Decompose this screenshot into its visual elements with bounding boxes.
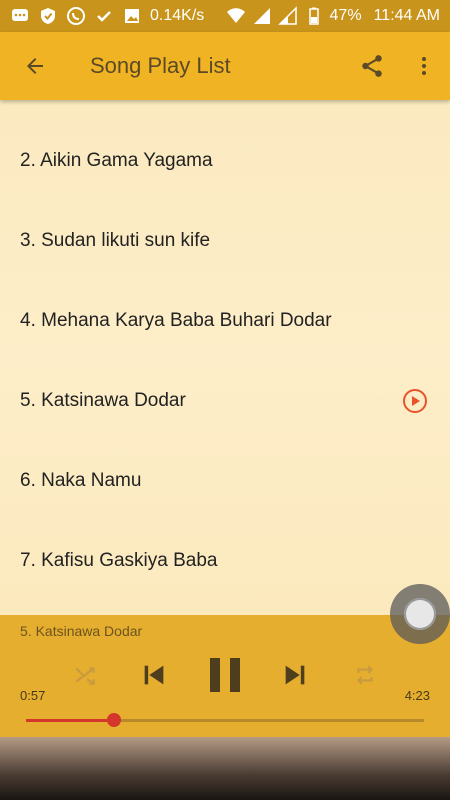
- total-duration: 4:23: [404, 688, 430, 703]
- page-title: Song Play List: [90, 53, 231, 78]
- arrow-back-icon: [27, 58, 43, 74]
- seek-thumb[interactable]: [106, 713, 121, 727]
- song-title: 7. Kafisu Gaskiya Baba: [20, 550, 218, 571]
- song-title: 2. Aikin Gama Yagama: [20, 150, 213, 171]
- repeat-button[interactable]: [345, 655, 385, 695]
- elapsed-time: 0:57: [20, 688, 46, 703]
- image-icon: [122, 6, 142, 26]
- share-button[interactable]: [346, 32, 398, 100]
- clock: 11:44 AM: [373, 7, 440, 24]
- status-bar: 0.14K/s 47% 11:44 AM: [0, 0, 450, 32]
- wifi-icon: [226, 6, 246, 26]
- check-icon: [94, 6, 114, 26]
- player-panel: 5. Katsinawa Dodar 0:57 4:23: [0, 615, 450, 737]
- list-item[interactable]: 2. Aikin Gama Yagama: [0, 121, 450, 201]
- shuffle-icon: [75, 667, 95, 685]
- network-speed: 0.14K/s: [150, 7, 205, 24]
- repeat-icon: [356, 665, 374, 685]
- list-item[interactable]: 4. Mehana Karya Baba Buhari Dodar: [0, 281, 450, 361]
- floating-assistive-button[interactable]: [390, 584, 450, 644]
- assistive-touch-icon: [404, 598, 436, 630]
- song-title: 3. Sudan likuti sun kife: [20, 230, 211, 251]
- signal-icon: [252, 6, 272, 26]
- shield-icon: [38, 6, 58, 26]
- share-icon: [362, 55, 382, 77]
- message-icon: [10, 6, 30, 26]
- skip-next-icon: [285, 665, 305, 685]
- back-button[interactable]: [0, 32, 70, 100]
- playback-controls: [0, 655, 450, 700]
- list-item[interactable]: 6. Naka Namu: [0, 441, 450, 521]
- song-title: 5. Katsinawa Dodar: [20, 390, 186, 411]
- whatsapp-icon: [66, 6, 86, 26]
- previous-button[interactable]: [134, 655, 174, 695]
- list-item[interactable]: 7. Kafisu Gaskiya Baba: [0, 521, 450, 601]
- seek-progress: [26, 719, 114, 722]
- battery-icon: [304, 6, 324, 26]
- shuffle-button[interactable]: [65, 655, 105, 695]
- skip-previous-icon: [144, 665, 164, 685]
- app-bar: Song Play List: [0, 32, 450, 100]
- next-button[interactable]: [275, 655, 315, 695]
- more-vert-icon: [422, 57, 426, 75]
- seek-bar[interactable]: [26, 713, 424, 727]
- play-circle-icon[interactable]: [402, 388, 428, 414]
- more-options-button[interactable]: [398, 32, 450, 100]
- list-item[interactable]: 3. Sudan likuti sun kife: [0, 201, 450, 281]
- list-item-active[interactable]: 5. Katsinawa Dodar: [0, 361, 450, 441]
- navigation-bar: [0, 737, 450, 800]
- song-title: 4. Mehana Karya Baba Buhari Dodar: [20, 310, 332, 331]
- pause-button[interactable]: [205, 655, 245, 695]
- battery-percent: 47%: [329, 7, 362, 24]
- signal-icon-2: [277, 6, 298, 26]
- pause-icon: [210, 658, 240, 692]
- song-list[interactable]: 2. Aikin Gama Yagama 3. Sudan likuti sun…: [0, 100, 450, 615]
- song-title: 6. Naka Namu: [20, 470, 142, 491]
- now-playing-title: 5. Katsinawa Dodar: [20, 623, 143, 639]
